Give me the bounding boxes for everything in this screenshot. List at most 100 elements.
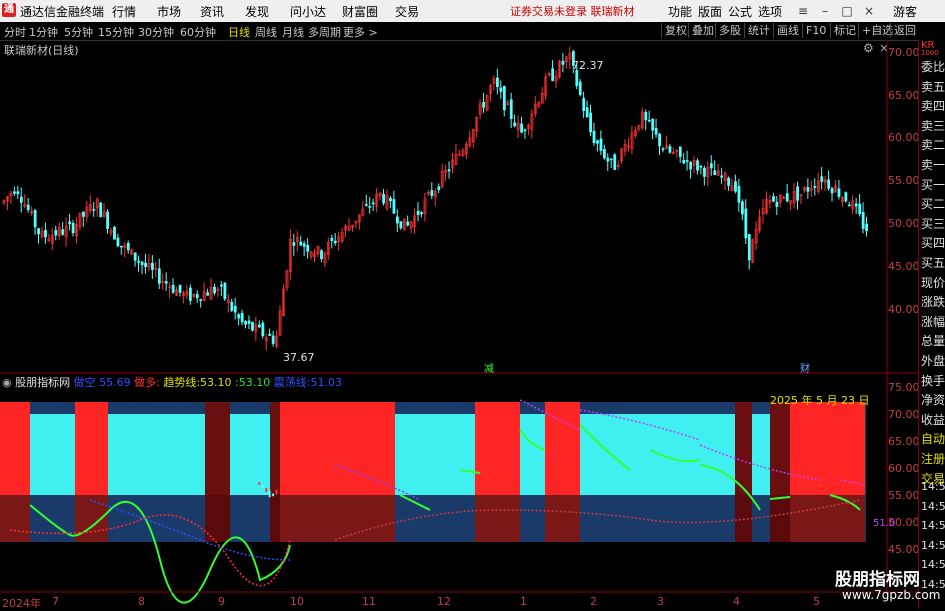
tool-huaxian[interactable]: 画线 — [773, 23, 802, 38]
indicator-axis-label: 55.00 — [888, 489, 920, 502]
guest-user[interactable]: 游客 — [893, 3, 917, 20]
indicator-axis-label: 45.00 — [888, 543, 920, 556]
candle-body — [830, 188, 834, 194]
candle-body — [99, 202, 103, 218]
period-60min[interactable]: 60分钟 — [180, 24, 216, 40]
tool-f10[interactable]: F10 — [802, 23, 829, 38]
quote-field-label: 换手 — [921, 373, 945, 388]
indicator-lower-block — [735, 495, 752, 542]
tool-diejia[interactable]: 叠加 — [688, 23, 717, 38]
candle-body — [737, 186, 741, 203]
candle-body — [233, 305, 237, 313]
x-axis-label: 1 — [520, 595, 527, 608]
tool-duogu[interactable]: 多股 — [715, 23, 744, 38]
menu-banmian[interactable]: 版面 — [698, 3, 722, 20]
x-axis-label: 11 — [362, 595, 376, 608]
period-daily[interactable]: 日线 — [228, 24, 250, 40]
tool-fuquan[interactable]: 复权 — [661, 23, 690, 38]
x-axis-label: 3 — [657, 595, 664, 608]
indicator-lower-block — [520, 495, 545, 542]
close-icon[interactable]: × — [862, 4, 876, 18]
quote-field-label: 现价 — [921, 275, 945, 290]
period-15min[interactable]: 15分钟 — [98, 24, 134, 40]
x-axis-label: 2 — [590, 595, 597, 608]
tool-tongji[interactable]: 统计 — [744, 23, 773, 38]
menu-caifuquan[interactable]: 财富圈 — [342, 3, 378, 20]
menu-gongshi[interactable]: 公式 — [728, 3, 752, 20]
menu-wenxiaoda[interactable]: 问小达 — [290, 3, 326, 20]
menu-jiaoyi[interactable]: 交易 — [395, 3, 419, 20]
menu-hangqing[interactable]: 行情 — [112, 3, 136, 20]
candle-body — [223, 282, 227, 300]
candle-body — [126, 242, 130, 251]
price-axis-label: 55.00 — [888, 174, 920, 187]
minimize-icon[interactable]: – — [818, 4, 832, 18]
candle-body — [609, 158, 613, 161]
candle-body — [220, 284, 223, 287]
candle-body — [865, 223, 869, 232]
candle-body — [858, 203, 862, 215]
candle-body — [257, 324, 261, 328]
trade-time-label: 14:56 — [921, 558, 945, 571]
candle-body — [82, 211, 85, 217]
candle-body — [113, 227, 116, 240]
candle-body — [709, 163, 713, 169]
menu-gongneng[interactable]: 功能 — [668, 3, 692, 20]
candle-body — [561, 60, 565, 65]
date-label: 2025 年 5 月 23 日 — [770, 394, 870, 407]
candle-body — [320, 250, 323, 259]
candle-body — [92, 209, 96, 211]
event-marker-cai[interactable]: 财 — [800, 360, 810, 375]
candle-body — [682, 160, 686, 164]
period-1min[interactable]: 1分钟 — [29, 24, 58, 40]
period-5min[interactable]: 5分钟 — [64, 24, 93, 40]
menu-zixun[interactable]: 资讯 — [200, 3, 224, 20]
tool-biaoji[interactable]: 标记 — [830, 23, 859, 38]
chart-area[interactable] — [0, 40, 918, 609]
indicator-lower-block — [700, 495, 735, 542]
candle-body — [785, 193, 789, 202]
app-logo-icon: 通 — [2, 3, 16, 17]
indicator-lower-block — [280, 495, 395, 542]
candle-body — [19, 196, 23, 203]
candle-body — [644, 111, 648, 121]
price-axis-label: 45.00 — [888, 260, 920, 273]
menu-faxian[interactable]: 发现 — [245, 3, 269, 20]
candle-body — [796, 186, 800, 201]
candle-body — [592, 130, 596, 144]
indicator-lower-block — [270, 495, 280, 542]
indicator-lower-block — [650, 495, 700, 542]
period-weekly[interactable]: 周线 — [255, 24, 277, 40]
candle-body — [106, 211, 110, 229]
candle-body — [306, 245, 310, 252]
indicator-lower-block — [430, 495, 475, 542]
menu-shichang[interactable]: 市场 — [157, 3, 181, 20]
quote-field-label: 自动 — [921, 432, 945, 447]
login-notice[interactable]: 证券交易未登录 联瑞新材 — [510, 3, 635, 19]
tool-back[interactable]: 返回 — [890, 23, 919, 38]
period-fenshi[interactable]: 分时 — [4, 24, 26, 40]
candle-body — [820, 176, 824, 182]
indicator-block — [230, 414, 270, 495]
indicator-name[interactable]: 股朋指标网 — [15, 376, 70, 389]
indicator-block — [700, 414, 735, 495]
period-multi[interactable]: 多周期 — [308, 24, 341, 40]
candle-body — [271, 335, 275, 344]
candle-body — [268, 333, 272, 336]
period-30min[interactable]: 30分钟 — [138, 24, 174, 40]
event-marker-jian[interactable]: 减 — [484, 360, 494, 375]
candle-body — [333, 240, 337, 244]
indicator-toggle-icon[interactable]: ◉ — [2, 376, 12, 389]
x-axis-label: 12 — [437, 595, 451, 608]
period-monthly[interactable]: 月线 — [282, 24, 304, 40]
x-axis-label: 8 — [138, 595, 145, 608]
candle-body — [585, 107, 589, 117]
indicator-label: 做空 — [73, 376, 96, 389]
trade-time-label: 14:56 — [921, 519, 945, 532]
menu-icon[interactable]: ≡ — [796, 4, 810, 18]
maximize-icon[interactable]: □ — [840, 4, 854, 18]
menu-xuanxiang[interactable]: 选项 — [758, 3, 782, 20]
candle-body — [482, 102, 486, 108]
x-axis-label: 9 — [218, 595, 225, 608]
period-more[interactable]: 更多 > — [343, 24, 378, 40]
